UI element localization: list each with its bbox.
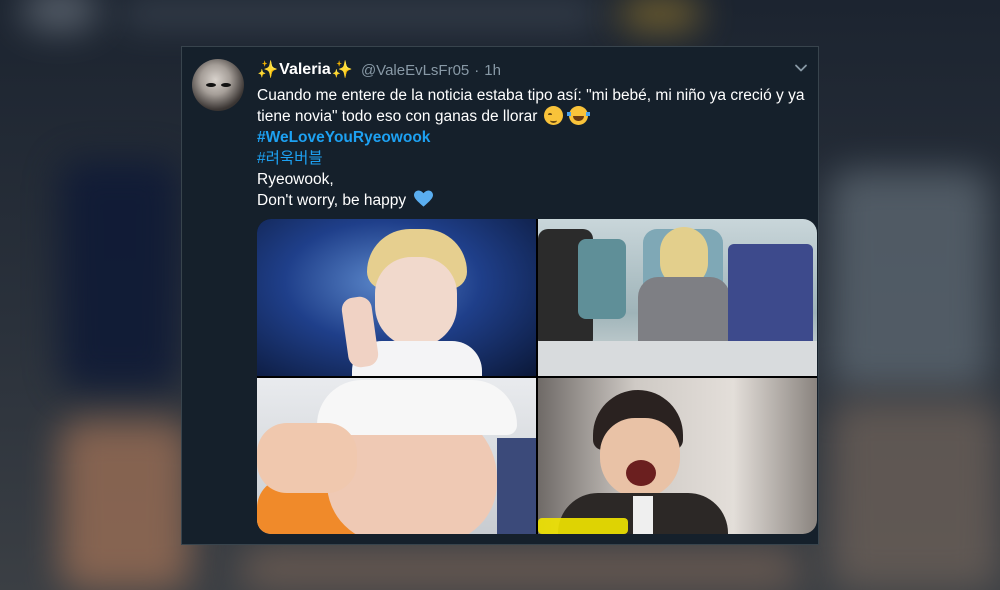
tweet-card[interactable]: ✨ Valeria ✨ @ValeEvLsFr05 · 1h Cuando me…	[181, 46, 819, 545]
tears-of-joy-icon	[567, 106, 591, 125]
relieved-face-icon	[543, 106, 563, 125]
media-grid[interactable]	[257, 219, 817, 534]
tweet-text-line: Cuando me entere de la noticia estaba ti…	[257, 87, 805, 125]
hashtag-link[interactable]: #려욱버블	[257, 150, 323, 167]
chevron-down-icon[interactable]	[794, 61, 808, 75]
photo-laughing-elevator[interactable]	[538, 378, 817, 534]
tweet-text-line: Don't worry, be happy	[257, 192, 407, 209]
tweet-header: ✨ Valeria ✨ @ValeEvLsFr05 · 1h	[257, 59, 501, 81]
user-handle[interactable]: @ValeEvLsFr05	[361, 62, 469, 79]
tweet-text-line: Ryeowook,	[257, 171, 334, 188]
separator-dot: ·	[474, 61, 480, 79]
hashtag-link[interactable]: #WeLoveYouRyeowook	[257, 129, 430, 146]
blue-heart-icon	[414, 190, 434, 207]
avatar[interactable]	[192, 59, 244, 111]
photo-stage-peace-sign[interactable]	[257, 219, 536, 376]
sparkles-icon: ✨	[331, 60, 353, 79]
display-name[interactable]: Valeria	[279, 61, 331, 79]
tweet-text: Cuando me entere de la noticia estaba ti…	[257, 85, 817, 211]
photo-airplane-seat[interactable]	[538, 219, 817, 376]
timestamp[interactable]: 1h	[484, 62, 501, 79]
photo-white-cap-wink[interactable]	[257, 378, 536, 534]
sparkles-icon: ✨	[257, 60, 279, 79]
